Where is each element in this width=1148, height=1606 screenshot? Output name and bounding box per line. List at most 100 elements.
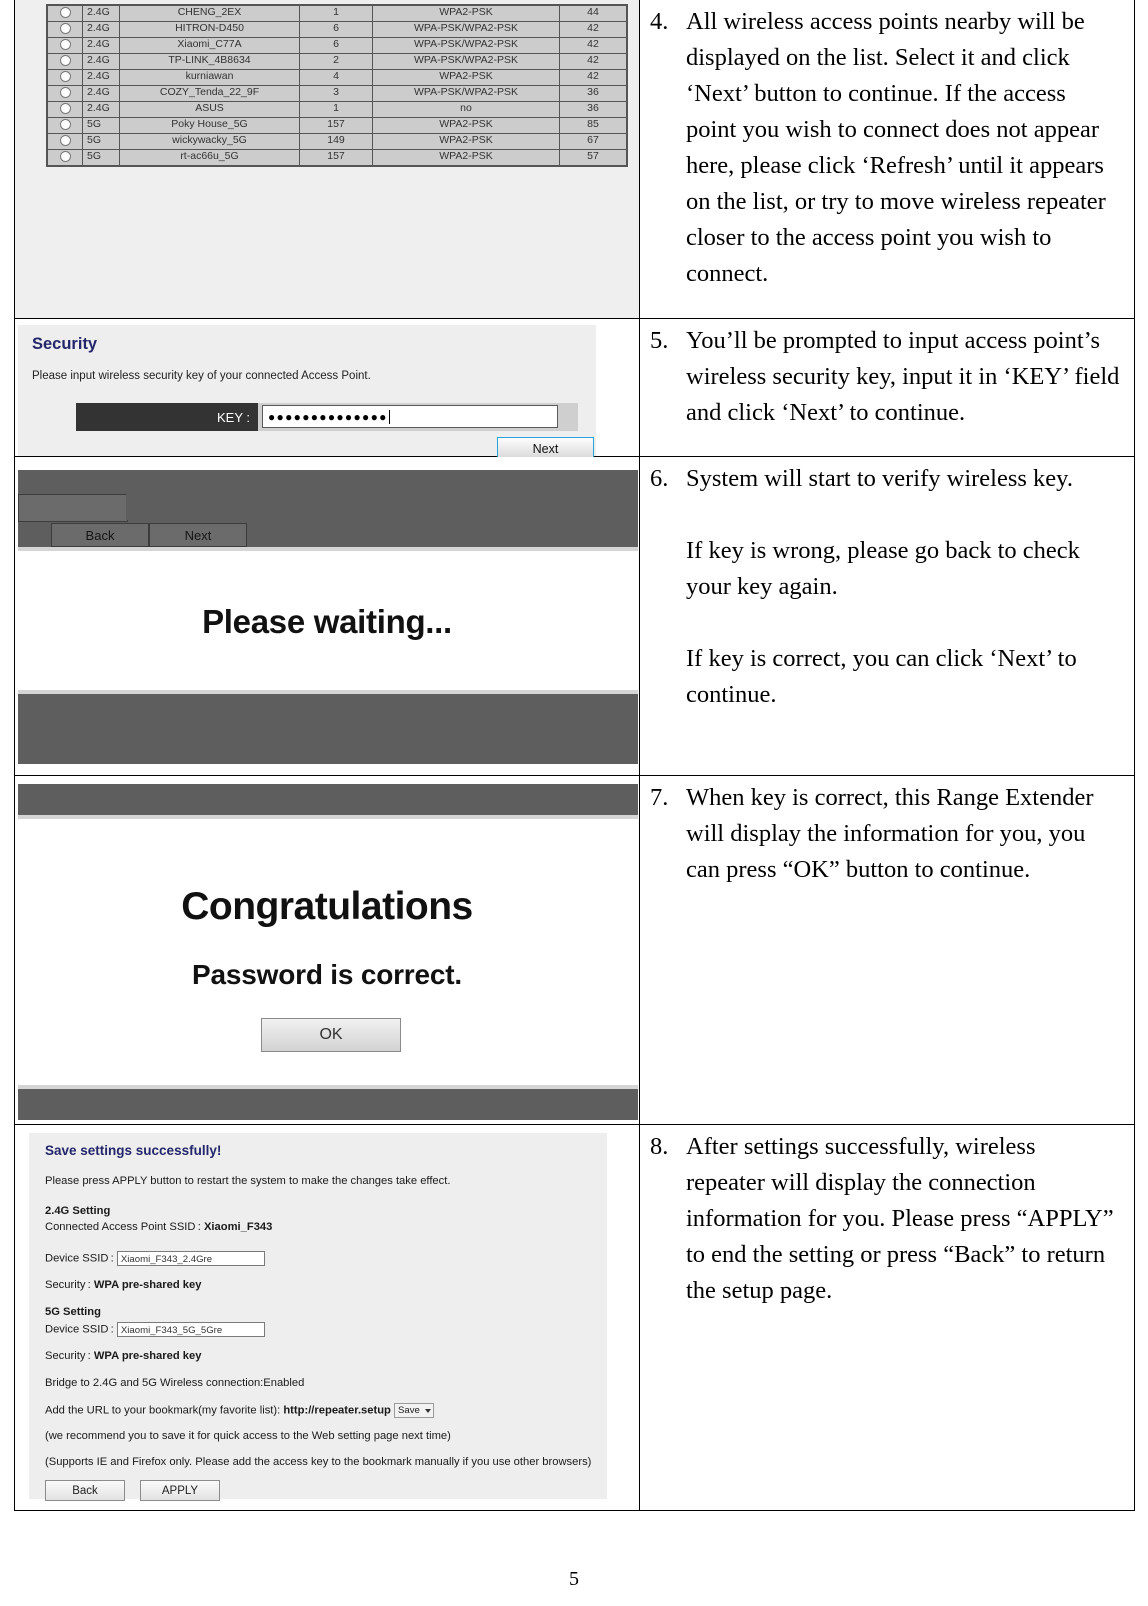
screenshot-save-settings: Save settings successfully! Please press… xyxy=(15,1125,639,1510)
access-point-row[interactable]: 5G wickywacky_5G 149 WPA2-PSK 67 xyxy=(46,133,628,150)
radio-button-icon[interactable] xyxy=(59,22,71,34)
access-point-radio-cell[interactable] xyxy=(46,53,83,70)
page-number: 5 xyxy=(569,1568,579,1590)
device-ssid-24g-input[interactable]: Xiaomi_F343_2.4Gre xyxy=(116,1251,265,1266)
security-24g-value: WPA pre-shared key xyxy=(93,1279,202,1291)
waiting-next-button[interactable]: Next xyxy=(149,523,247,547)
access-point-radio-cell[interactable] xyxy=(46,149,83,167)
bookmark-save-select[interactable]: Save xyxy=(394,1403,434,1418)
waiting-back-button[interactable]: Back xyxy=(51,523,149,547)
radio-button-icon[interactable] xyxy=(59,54,71,66)
instruction-6-text-3: If key is correct, you can click ‘Next’ … xyxy=(686,645,1077,708)
access-point-ssid: wickywacky_5G xyxy=(119,133,300,150)
save-settings-screenshot: Save settings successfully! Please press… xyxy=(15,1125,639,1510)
access-point-radio-cell[interactable] xyxy=(46,5,83,22)
instruction-4-number: 4. xyxy=(650,8,669,35)
screenshot-cell-save-settings: Save settings successfully! Please press… xyxy=(14,1124,640,1511)
access-point-band: 2.4G xyxy=(82,85,120,102)
save-apply-button[interactable]: APPLY xyxy=(140,1480,220,1501)
access-point-table: 2.4G CHENG_2EX 1 WPA2-PSK 44 2.4G HITRON-D450 6… xyxy=(46,4,628,167)
access-point-radio-cell[interactable] xyxy=(46,37,83,54)
access-point-radio-cell[interactable] xyxy=(46,85,83,102)
instruction-8: 8. After settings successfully, wireless… xyxy=(640,1125,1134,1319)
access-point-row[interactable]: 5G rt-ac66u_5G 157 WPA2-PSK 57 xyxy=(46,149,628,167)
screenshot-security: Security Please input wireless security … xyxy=(15,325,639,460)
radio-button-icon[interactable] xyxy=(59,38,71,50)
access-point-band: 5G xyxy=(82,133,120,150)
access-point-encryption: WPA-PSK/WPA2-PSK xyxy=(372,37,560,54)
access-point-radio-cell[interactable] xyxy=(46,101,83,118)
access-point-signal: 42 xyxy=(559,37,628,54)
access-point-encryption: WPA2-PSK xyxy=(372,117,560,134)
congratulations-bottom-bar xyxy=(18,1089,638,1120)
access-point-radio-cell[interactable] xyxy=(46,133,83,150)
ap-list-background: 2.4G CHENG_2EX 1 WPA2-PSK 44 2.4G HITRON-D450 6… xyxy=(15,0,639,318)
access-point-encryption: WPA2-PSK xyxy=(372,5,560,22)
instruction-7: 7. When key is correct, this Range Exten… xyxy=(640,776,1134,898)
access-point-row[interactable]: 2.4G CHENG_2EX 1 WPA2-PSK 44 xyxy=(46,5,628,22)
access-point-signal: 42 xyxy=(559,21,628,38)
bookmark-row: Add the URL to your bookmark(my favorite… xyxy=(45,1403,434,1418)
access-point-row[interactable]: 2.4G TP-LINK_4B8634 2 WPA-PSK/WPA2-PSK 42 xyxy=(46,53,628,70)
device-ssid-5g-label: Device SSID : xyxy=(45,1323,114,1336)
section-5g-title: 5G Setting xyxy=(45,1306,101,1318)
waiting-top-bar: Back Next xyxy=(18,470,638,547)
waiting-tab-active xyxy=(18,494,128,522)
security-5g-row: Security : WPA pre-shared key xyxy=(45,1350,201,1362)
security-24g-row: Security : WPA pre-shared key xyxy=(45,1279,201,1291)
radio-button-icon[interactable] xyxy=(59,6,71,18)
instruction-5-text: You’ll be prompted to input access point… xyxy=(686,327,1120,426)
radio-button-icon[interactable] xyxy=(59,134,71,146)
access-point-row[interactable]: 2.4G ASUS 1 no 36 xyxy=(46,101,628,118)
screenshot-congratulations: Congratulations Password is correct. OK xyxy=(15,776,639,1124)
access-point-channel: 4 xyxy=(299,69,373,86)
congratulations-panel: Congratulations Password is correct. OK xyxy=(15,776,639,1124)
access-point-radio-cell[interactable] xyxy=(46,21,83,38)
access-point-row[interactable]: 2.4G COZY_Tenda_22_9F 3 WPA-PSK/WPA2-PSK 36 xyxy=(46,85,628,102)
access-point-band: 2.4G xyxy=(82,53,120,70)
access-point-encryption: WPA2-PSK xyxy=(372,133,560,150)
radio-button-icon[interactable] xyxy=(59,70,71,82)
browser-support-note: (Supports IE and Firefox only. Please ad… xyxy=(45,1456,592,1468)
device-ssid-5g-input[interactable]: Xiaomi_F343_5G_5Gre xyxy=(116,1322,265,1337)
security-panel-title: Security xyxy=(32,335,98,353)
radio-button-icon[interactable] xyxy=(59,102,71,114)
access-point-channel: 157 xyxy=(299,149,373,167)
radio-button-icon[interactable] xyxy=(59,86,71,98)
congratulations-ok-button[interactable]: OK xyxy=(261,1018,401,1052)
device-ssid-5g-row: Device SSID : Xiaomi_F343_5G_5Gre xyxy=(45,1322,265,1337)
access-point-ssid: rt-ac66u_5G xyxy=(119,149,300,167)
instruction-7-number: 7. xyxy=(650,784,669,811)
instruction-8-text: After settings successfully, wireless re… xyxy=(686,1133,1114,1304)
access-point-radio-cell[interactable] xyxy=(46,69,83,86)
congratulations-subtitle: Password is correct. xyxy=(192,959,462,990)
access-point-ssid: TP-LINK_4B8634 xyxy=(119,53,300,70)
access-point-signal: 57 xyxy=(559,149,628,167)
access-point-channel: 6 xyxy=(299,37,373,54)
access-point-row[interactable]: 2.4G Xiaomi_C77A 6 WPA-PSK/WPA2-PSK 42 xyxy=(46,37,628,54)
save-back-button[interactable]: Back xyxy=(45,1480,125,1501)
instruction-4-text: All wireless access points nearby will b… xyxy=(686,8,1106,287)
access-point-encryption: WPA-PSK/WPA2-PSK xyxy=(372,53,560,70)
waiting-tab-inactive xyxy=(126,494,245,520)
access-point-channel: 3 xyxy=(299,85,373,102)
manual-layout-table: 2.4G CHENG_2EX 1 WPA2-PSK 44 2.4G HITRON-D450 6… xyxy=(14,0,1135,1511)
access-point-row[interactable]: 2.4G HITRON-D450 6 WPA-PSK/WPA2-PSK 42 xyxy=(46,21,628,38)
instruction-5: 5. You’ll be prompted to input access po… xyxy=(640,319,1134,441)
radio-button-icon[interactable] xyxy=(59,150,71,162)
screenshot-cell-waiting: Back Next Please waiting... xyxy=(14,456,640,776)
access-point-signal: 42 xyxy=(559,53,628,70)
access-point-row[interactable]: 5G Poky House_5G 157 WPA2-PSK 85 xyxy=(46,117,628,134)
device-ssid-24g-label: Device SSID : xyxy=(45,1252,114,1265)
manual-row-step6: Back Next Please waiting... 6. System wi… xyxy=(14,456,1135,776)
access-point-row[interactable]: 2.4G kurniawan 4 WPA2-PSK 42 xyxy=(46,69,628,86)
key-input[interactable]: ●●●●●●●●●●●●●● xyxy=(262,405,558,428)
save-panel-title: Save settings successfully! xyxy=(45,1143,222,1158)
radio-button-icon[interactable] xyxy=(59,118,71,130)
instruction-8-number: 8. xyxy=(650,1133,669,1160)
access-point-band: 2.4G xyxy=(82,21,120,38)
access-point-radio-cell[interactable] xyxy=(46,117,83,134)
access-point-channel: 6 xyxy=(299,21,373,38)
manual-row-step8: Save settings successfully! Please press… xyxy=(14,1124,1135,1511)
bookmark-label: Add the URL to your bookmark(my favorite… xyxy=(45,1404,281,1417)
